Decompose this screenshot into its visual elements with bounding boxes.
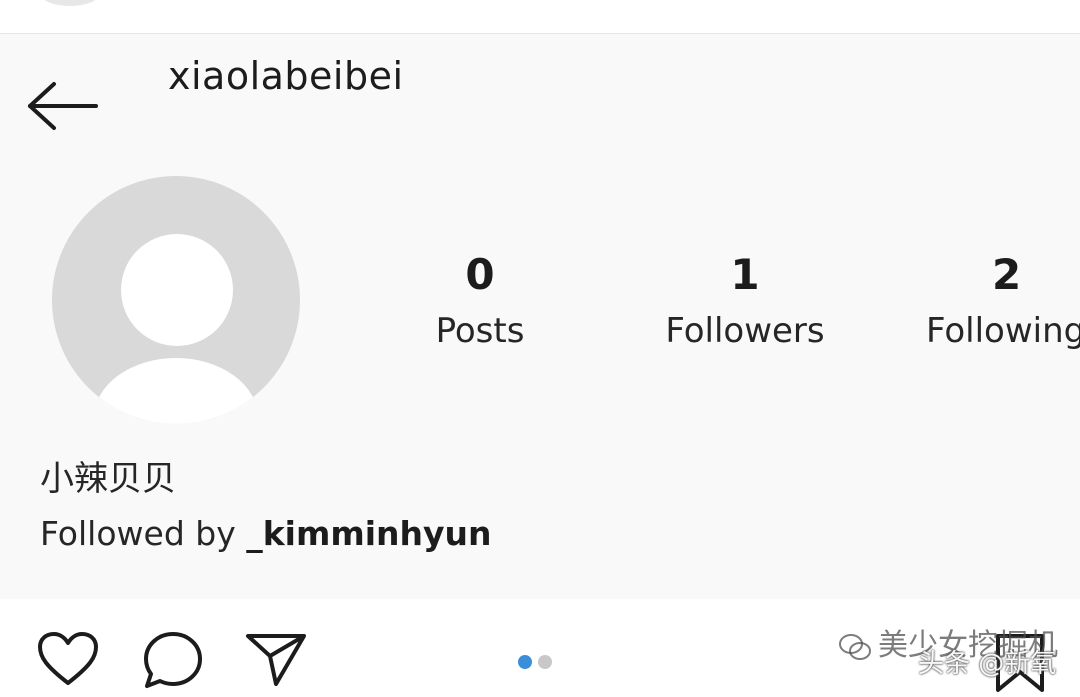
heart-icon[interactable] [36, 630, 100, 688]
previous-post-avatar [40, 0, 100, 6]
arrow-left-icon[interactable] [26, 80, 100, 132]
share-icon[interactable] [244, 630, 308, 688]
profile-card: xiaolabeibei 0 Posts 1 Followers 2 Follo… [0, 34, 1080, 599]
toutiao-watermark: 头条 @新氧 [918, 649, 1057, 679]
profile-username: xiaolabeibei [168, 54, 404, 98]
comment-icon[interactable] [142, 630, 204, 690]
avatar-body [94, 358, 258, 424]
carousel-indicator [518, 654, 558, 673]
previous-post-strip [0, 0, 1080, 34]
default-avatar-icon[interactable] [52, 176, 300, 424]
posts-label: Posts [435, 311, 525, 351]
following-count: 2 [992, 250, 1022, 299]
followed-by-handle-link[interactable]: _kimminhyun [246, 514, 491, 553]
posts-count: 0 [465, 250, 495, 299]
avatar-head [121, 234, 233, 346]
carousel-dot [538, 655, 552, 669]
followers-label: Followers [665, 311, 825, 351]
followers-stat[interactable]: 1 Followers [650, 248, 840, 354]
following-stat[interactable]: 2 Following [926, 248, 1080, 354]
wechat-icon [839, 633, 871, 660]
followers-count: 1 [730, 250, 760, 299]
carousel-dot-active [518, 655, 532, 669]
posts-stat[interactable]: 0 Posts [420, 248, 540, 354]
following-label: Following [926, 311, 1080, 351]
display-name: 小辣贝贝 [40, 459, 176, 499]
followed-by-line: Followed by _kimminhyun [40, 512, 492, 556]
followed-by-prefix: Followed by [40, 514, 247, 553]
